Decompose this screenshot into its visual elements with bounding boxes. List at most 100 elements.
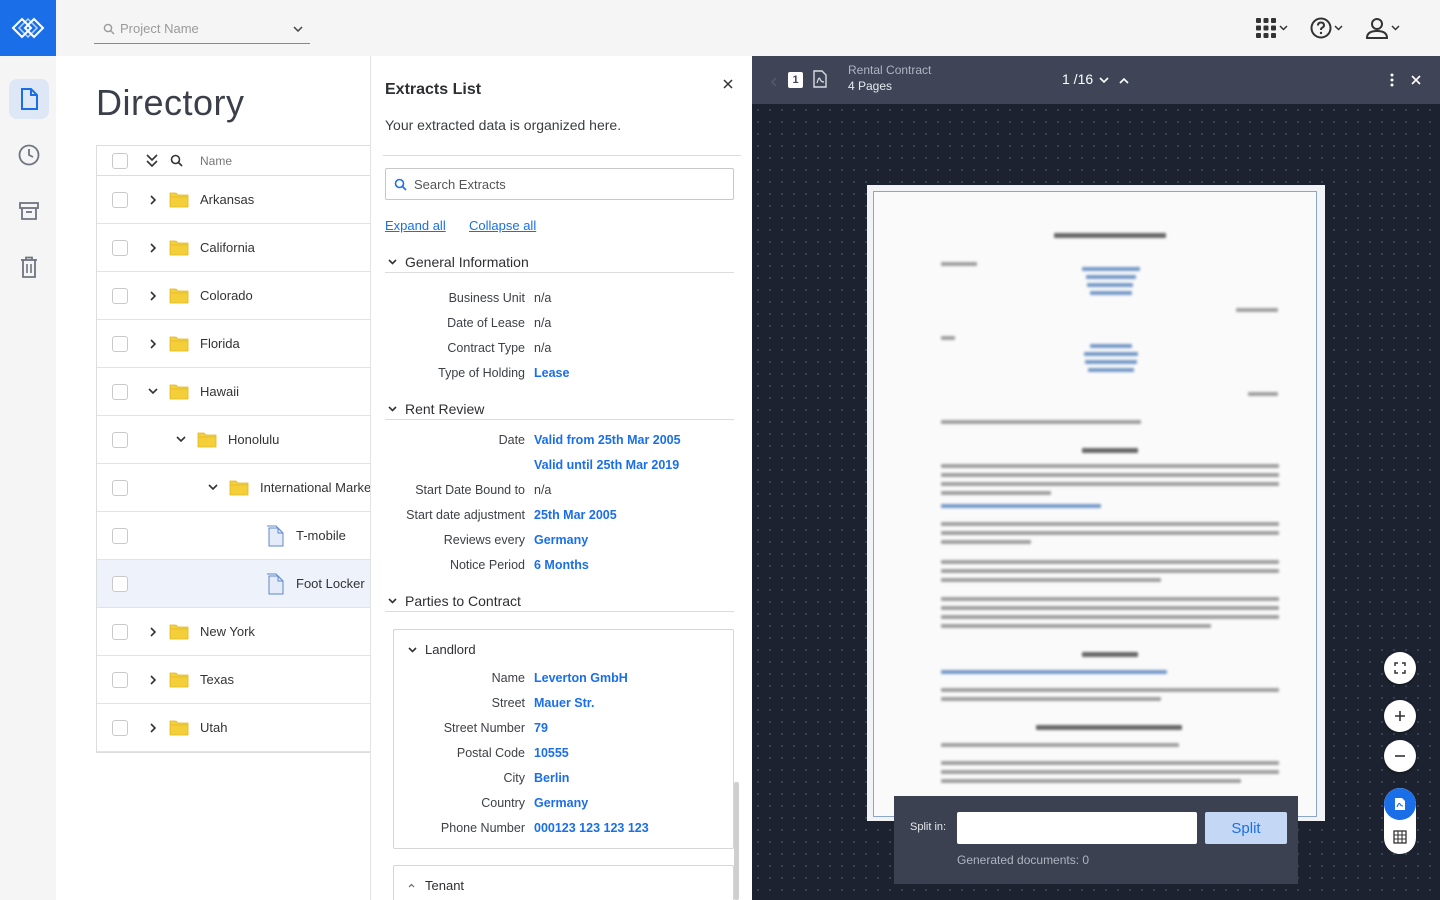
field-value[interactable]: Valid from 25th Mar 2005 <box>534 433 681 447</box>
row-checkbox[interactable] <box>112 287 128 304</box>
split-input[interactable] <box>957 812 1197 844</box>
folder-row[interactable]: Arkansas <box>97 176 370 224</box>
select-all-checkbox[interactable] <box>112 152 128 169</box>
folder-row[interactable]: Florida <box>97 320 370 368</box>
field-label: City <box>503 771 525 785</box>
nav-archive[interactable] <box>9 191 49 231</box>
row-checkbox[interactable] <box>112 623 128 640</box>
fullscreen-button[interactable] <box>1384 652 1416 684</box>
chevron-right-icon[interactable] <box>146 625 160 639</box>
expand-all-link[interactable]: Expand all <box>385 218 446 233</box>
chevron-down-icon <box>385 258 399 265</box>
field-value: n/a <box>534 341 552 355</box>
section-general-information[interactable]: General Information <box>385 251 734 273</box>
close-viewer-button[interactable] <box>1408 72 1424 88</box>
previous-page-button[interactable] <box>1119 71 1129 87</box>
plus-icon <box>1395 711 1405 721</box>
nav-documents[interactable] <box>9 79 49 119</box>
row-checkbox[interactable] <box>112 239 128 256</box>
row-checkbox[interactable] <box>112 671 128 688</box>
folder-row[interactable]: Hawaii <box>97 368 370 416</box>
chevron-down-icon[interactable] <box>206 481 220 495</box>
folder-row[interactable]: New York <box>97 608 370 656</box>
folder-row[interactable]: Texas <box>97 656 370 704</box>
tenant-header[interactable]: Tenant <box>408 878 464 893</box>
field-value[interactable]: Valid until 25th Mar 2019 <box>534 458 679 472</box>
row-checkbox[interactable] <box>112 431 128 448</box>
field-value[interactable]: Germany <box>534 796 588 810</box>
collapse-all-link[interactable]: Collapse all <box>469 218 536 233</box>
folder-row[interactable]: International Marke <box>97 464 370 512</box>
field-value[interactable]: 10555 <box>534 746 569 760</box>
apps-menu-button[interactable] <box>1255 12 1288 44</box>
section-parties-to-contract[interactable]: Parties to Contract <box>385 590 734 612</box>
folder-row[interactable]: Utah <box>97 704 370 752</box>
chevron-right-icon[interactable] <box>146 289 160 303</box>
row-checkbox[interactable] <box>112 479 128 496</box>
archive-icon <box>19 202 39 220</box>
row-checkbox[interactable] <box>112 383 128 400</box>
field-value[interactable]: Berlin <box>534 771 569 785</box>
row-label: Texas <box>200 672 234 687</box>
folder-row[interactable]: Honolulu <box>97 416 370 464</box>
chevron-right-icon[interactable] <box>146 337 160 351</box>
viewer-more-button[interactable] <box>1384 72 1400 88</box>
nav-trash[interactable] <box>9 247 49 287</box>
folder-row[interactable]: Colorado <box>97 272 370 320</box>
help-menu-button[interactable] <box>1310 12 1343 44</box>
row-checkbox[interactable] <box>112 191 128 208</box>
split-button[interactable]: Split <box>1205 812 1287 844</box>
project-select[interactable]: Project Name <box>94 14 310 44</box>
file-row[interactable]: Foot Locker <box>97 560 370 608</box>
chevron-down-icon[interactable] <box>146 385 160 399</box>
column-header-name[interactable]: Name <box>200 154 232 168</box>
chevron-right-icon[interactable] <box>146 241 160 255</box>
close-icon <box>1411 75 1421 85</box>
field-value[interactable]: Lease <box>534 366 569 380</box>
user-menu-button[interactable] <box>1365 12 1400 44</box>
close-extracts-button[interactable] <box>720 76 736 92</box>
field-value[interactable]: Mauer Str. <box>534 696 594 710</box>
folder-row[interactable]: California <box>97 224 370 272</box>
nav-history[interactable] <box>9 135 49 175</box>
field-value[interactable]: Leverton GmbH <box>534 671 628 685</box>
field-value[interactable]: 25th Mar 2005 <box>534 508 617 522</box>
landlord-header[interactable]: Landlord <box>408 642 476 657</box>
table-view-button[interactable] <box>1384 820 1416 854</box>
next-page-button[interactable] <box>1099 71 1109 87</box>
section-rent-review[interactable]: Rent Review <box>385 398 734 420</box>
row-checkbox[interactable] <box>112 719 128 736</box>
file-row[interactable]: T-mobile <box>97 512 370 560</box>
field-label: Name <box>491 671 525 685</box>
expand-all-tree-icon[interactable] <box>146 154 158 173</box>
field-value[interactable]: 79 <box>534 721 548 735</box>
search-extracts-input[interactable]: Search Extracts <box>385 168 734 200</box>
pdf-view-button[interactable] <box>1384 788 1416 820</box>
field-label: Country <box>481 796 525 810</box>
zoom-out-button[interactable] <box>1384 740 1416 772</box>
zoom-in-button[interactable] <box>1384 700 1416 732</box>
field-value[interactable]: 6 Months <box>534 558 589 572</box>
chevron-right-icon[interactable] <box>146 193 160 207</box>
chevron-right-icon[interactable] <box>146 721 160 735</box>
search-icon[interactable] <box>170 154 183 172</box>
field-value: n/a <box>534 316 552 330</box>
row-checkbox[interactable] <box>112 527 128 544</box>
row-label: Utah <box>200 720 228 735</box>
apps-grid-icon <box>1256 18 1276 38</box>
field-value: n/a <box>534 483 552 497</box>
field-value[interactable]: Germany <box>534 533 588 547</box>
extracts-scrollbar[interactable] <box>734 782 739 900</box>
field-value[interactable]: 000123 123 123 123 <box>534 821 649 835</box>
chevron-left-icon[interactable] <box>770 74 777 92</box>
app-logo[interactable] <box>0 0 56 56</box>
chevron-down-icon[interactable] <box>174 433 188 447</box>
row-checkbox[interactable] <box>112 335 128 352</box>
table-header: Name <box>97 146 370 176</box>
chevron-right-icon[interactable] <box>146 673 160 687</box>
help-icon <box>1310 17 1332 39</box>
landlord-card: Landlord Name Leverton GmbH Street Mauer St… <box>393 629 734 849</box>
chevron-down-icon <box>408 646 417 653</box>
document-icon <box>265 573 285 600</box>
row-checkbox[interactable] <box>112 575 128 592</box>
